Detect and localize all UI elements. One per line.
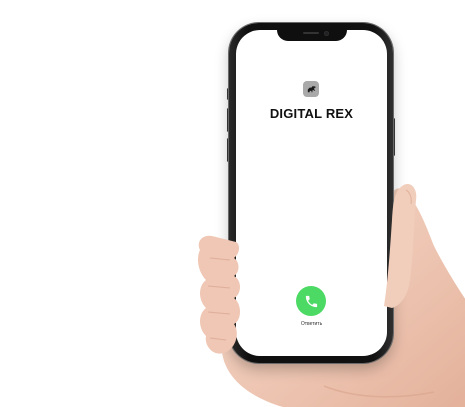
caller-name: DIGITAL REX [269,106,354,121]
answer-label: Ответить [300,321,323,327]
dinosaur-icon [303,81,319,97]
thumb-image [384,183,417,308]
incoming-call-screen: DIGITAL REX Ответить [236,30,387,356]
earpiece-speaker [303,32,319,34]
front-camera-icon [324,31,329,36]
answer-call-button[interactable] [296,286,326,316]
dinosaur-glyph [307,85,316,92]
fingers-image [198,235,240,354]
phone-notch [277,30,347,41]
photo-stage: DIGITAL REX Ответить [0,0,465,407]
phone-handset-icon [305,295,317,307]
